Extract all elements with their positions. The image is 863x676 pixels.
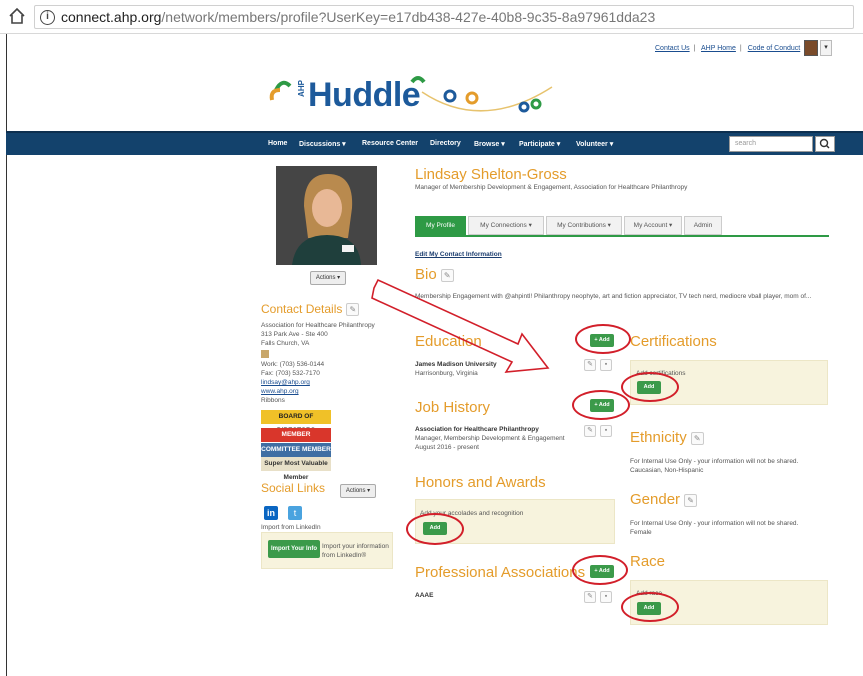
website-link[interactable]: www.ahp.org bbox=[261, 387, 375, 396]
profile-tabs: My Profile My Connections ▾ My Contribut… bbox=[415, 216, 829, 237]
nav-volunteer[interactable]: Volunteer ▾ bbox=[576, 140, 613, 148]
annotation-circle bbox=[575, 324, 631, 354]
race-heading: Race bbox=[630, 553, 666, 570]
chevron-down-icon[interactable]: ▾ bbox=[820, 40, 832, 56]
nav-participate[interactable]: Participate ▾ bbox=[519, 140, 560, 148]
search-input[interactable]: search bbox=[729, 136, 813, 152]
url-text: connect.ahp.org/network/members/profile?… bbox=[61, 9, 656, 25]
tab-my-account[interactable]: My Account ▾ bbox=[624, 216, 682, 235]
logo-ahp: AHP bbox=[296, 80, 306, 97]
nav-discussions[interactable]: Discussions ▾ bbox=[299, 140, 346, 148]
import-linkedin-button[interactable]: Import Your Info bbox=[268, 540, 320, 558]
job-entry: Association for Healthcare Philanthropy M… bbox=[415, 426, 565, 451]
contact-block: Association for Healthcare Philanthropy … bbox=[261, 322, 375, 404]
profile-photo bbox=[276, 166, 377, 265]
nav-browse[interactable]: Browse ▾ bbox=[474, 140, 505, 148]
annotation-circle bbox=[621, 372, 679, 402]
search-icon bbox=[819, 138, 830, 149]
home-icon[interactable] bbox=[8, 7, 26, 25]
lock-icon[interactable]: ▪ bbox=[600, 359, 612, 371]
edit-contact-link[interactable]: Edit My Contact Information bbox=[415, 251, 502, 258]
import-linkedin-text: Import your information from LinkedIn® bbox=[322, 543, 389, 559]
code-of-conduct-link[interactable]: Code of Conduct bbox=[748, 45, 801, 52]
annotation-circle bbox=[572, 555, 628, 585]
tab-admin[interactable]: Admin bbox=[684, 216, 722, 235]
profile-name: Lindsay Shelton-Gross bbox=[415, 166, 567, 183]
ribbon-board: BOARD OF DIRECTORS bbox=[261, 410, 331, 434]
twitter-icon[interactable]: t bbox=[288, 506, 302, 520]
browser-toolbar: i connect.ahp.org/network/members/profil… bbox=[0, 0, 863, 34]
info-icon[interactable]: i bbox=[40, 10, 55, 25]
ribbon-mvm: Super Most Valuable Member bbox=[261, 457, 331, 481]
honors-heading: Honors and Awards bbox=[415, 474, 546, 491]
import-linkedin-label: Import from LinkedIn bbox=[261, 524, 321, 531]
utility-links: Contact Us | AHP Home | Code of Conduct bbox=[655, 45, 801, 52]
certifications-heading: Certifications bbox=[630, 333, 717, 350]
address-bar[interactable]: i connect.ahp.org/network/members/profil… bbox=[34, 5, 854, 29]
gender-heading: Gender ✎ bbox=[630, 491, 698, 508]
ahp-home-link[interactable]: AHP Home bbox=[701, 45, 736, 52]
job-history-heading: Job History bbox=[415, 399, 491, 416]
edit-icon[interactable]: ✎ bbox=[584, 425, 596, 437]
avatar[interactable] bbox=[804, 40, 818, 56]
lock-icon[interactable]: ▪ bbox=[600, 425, 612, 437]
social-links-heading: Social Links bbox=[261, 481, 326, 495]
annotation-circle bbox=[406, 513, 464, 545]
profile-actions-button[interactable]: Actions ▾ bbox=[310, 271, 346, 285]
lock-icon[interactable]: ▪ bbox=[600, 591, 612, 603]
vcard-icon[interactable] bbox=[261, 350, 269, 358]
ethnicity-info: For Internal Use Only - your information… bbox=[630, 458, 799, 474]
nav-resource-center[interactable]: Resource Center bbox=[362, 140, 418, 147]
prof-assoc-entry: AAAE bbox=[415, 592, 434, 599]
linkedin-icon[interactable]: in bbox=[264, 506, 278, 520]
social-actions-button[interactable]: Actions ▾ bbox=[340, 484, 376, 498]
prof-assoc-heading: Professional Associations bbox=[415, 564, 586, 581]
gender-info: For Internal Use Only - your information… bbox=[630, 520, 799, 536]
ribbon-ambassador: MEMBER AMBASSADOR bbox=[261, 428, 331, 452]
annotation-circle bbox=[572, 390, 630, 420]
tab-my-contributions[interactable]: My Contributions ▾ bbox=[546, 216, 622, 235]
edit-icon[interactable]: ✎ bbox=[346, 303, 360, 317]
tab-my-profile[interactable]: My Profile bbox=[415, 216, 466, 235]
profile-title: Manager of Membership Development & Enga… bbox=[415, 184, 688, 191]
annotation-circle bbox=[621, 592, 679, 622]
email-link[interactable]: lindsay@ahp.org bbox=[261, 378, 375, 387]
tab-my-connections[interactable]: My Connections ▾ bbox=[468, 216, 544, 235]
annotation-arrow bbox=[371, 278, 550, 373]
edit-icon[interactable]: ✎ bbox=[684, 493, 698, 507]
logo-text: Huddle bbox=[308, 76, 421, 114]
edit-icon[interactable]: ✎ bbox=[584, 591, 596, 603]
nav-directory[interactable]: Directory bbox=[430, 140, 461, 147]
search-button[interactable] bbox=[815, 136, 835, 152]
edit-icon[interactable]: ✎ bbox=[690, 431, 704, 445]
nav-home[interactable]: Home bbox=[268, 140, 287, 147]
contact-details-heading: Contact Details ✎ bbox=[261, 302, 360, 317]
edit-icon[interactable]: ✎ bbox=[584, 359, 596, 371]
contact-us-link[interactable]: Contact Us bbox=[655, 45, 690, 52]
ribbon-committee: COMMITTEE MEMBER bbox=[261, 443, 331, 457]
ethnicity-heading: Ethnicity ✎ bbox=[630, 429, 704, 446]
